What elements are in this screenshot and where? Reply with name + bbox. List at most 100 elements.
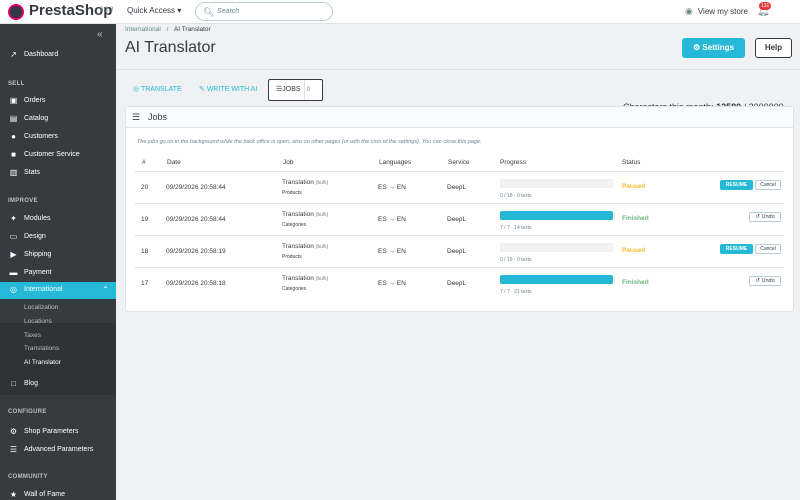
- sidebar-item-label: Shop Parameters: [24, 428, 79, 435]
- sidebar-item-blog[interactable]: □ Blog: [0, 376, 116, 393]
- tab-label: WRITE WITH AI: [206, 86, 258, 93]
- header-divider: [116, 69, 800, 70]
- chevron-up-icon: ⌃: [102, 285, 109, 294]
- sidebar-item-label: Stats: [24, 169, 40, 176]
- sidebar-item-label: Catalog: [24, 115, 49, 122]
- eye-icon: ◉: [685, 6, 693, 16]
- sidebar-item-shop-parameters[interactable]: ⚙ Shop Parameters: [0, 424, 116, 441]
- version-label: 8.2.3: [100, 7, 114, 13]
- progress-text: 0 / 18 · 0 texts: [500, 193, 532, 199]
- table-row: 19 09/29/2026 20:58:44 Translation (bulk…: [135, 203, 784, 235]
- design-icon: ▭: [9, 232, 18, 241]
- sidebar-item-wall-of-fame[interactable]: ★ Wall of Fame: [0, 487, 116, 500]
- job-type-label: Translation: [282, 275, 314, 282]
- modules-icon: ✦: [10, 214, 17, 223]
- sidebar-item-label: Dashboard: [24, 51, 59, 58]
- submenu-item-locations[interactable]: Locations: [24, 318, 52, 325]
- progress-fill: [500, 211, 613, 220]
- settings-button[interactable]: ⚙ Settings: [682, 38, 745, 58]
- shop-parameters-icon: ⚙: [9, 427, 18, 436]
- sidebar-item-label: Design: [24, 233, 46, 240]
- search-input[interactable]: 🔍︎ Search: [195, 2, 333, 21]
- job-service: DeepL: [447, 216, 467, 223]
- cancel-button[interactable]: Cancel: [755, 244, 781, 254]
- job-date: 09/29/2026 20:58:18: [166, 280, 226, 287]
- dashboard-icon: ↗: [10, 50, 17, 59]
- sidebar-item-payment[interactable]: ▬ Payment: [0, 265, 116, 282]
- catalog-icon: ▤: [9, 114, 18, 123]
- cancel-button[interactable]: Cancel: [755, 180, 781, 190]
- sidebar-item-international[interactable]: ◎ International ⌃: [0, 282, 116, 299]
- job-date: 09/29/2026 20:58:44: [166, 216, 226, 223]
- job-tag: (bulk): [315, 212, 329, 218]
- sidebar-item-advanced-parameters[interactable]: ☰ Advanced Parameters: [0, 442, 116, 459]
- sidebar-item-modules[interactable]: ✦ Modules: [0, 211, 116, 228]
- tab-translate[interactable]: ◎ TRANSLATE: [133, 79, 182, 101]
- view-store-link[interactable]: ◉ View my store: [685, 6, 748, 17]
- breadcrumb-separator: /: [166, 26, 169, 33]
- section-improve: IMPROVE: [8, 198, 38, 204]
- job-id: 19: [141, 216, 149, 223]
- breadcrumb: International / AI Translator: [125, 26, 211, 33]
- progress-text: 0 / 19 · 0 texts: [500, 257, 532, 263]
- jobs-card-header: ☰ Jobs: [126, 107, 793, 128]
- sidebar-item-customers[interactable]: ● Customers: [0, 129, 116, 146]
- sidebar-item-label: Wall of Fame: [24, 491, 65, 498]
- sidebar-item-stats[interactable]: ▥ Stats: [0, 165, 116, 182]
- submenu-item-localization[interactable]: Localization: [24, 304, 58, 311]
- payment-icon: ▬: [9, 268, 18, 277]
- sidebar: « ↗ Dashboard SELL ▣ Orders ▤ Catalog ● Cust…: [0, 24, 116, 500]
- breadcrumb-current: AI Translator: [173, 26, 211, 33]
- sidebar-item-orders[interactable]: ▣ Orders: [0, 93, 116, 110]
- sidebar-item-label: International: [24, 286, 63, 293]
- undo-label: Undo: [761, 278, 775, 284]
- resume-button[interactable]: RESUME: [720, 180, 753, 190]
- view-store-label: View my store: [697, 7, 748, 16]
- undo-button[interactable]: ↺ Undo: [749, 212, 781, 222]
- quick-access-dropdown[interactable]: Quick Access ▾: [127, 6, 181, 15]
- job-entity: Products: [282, 254, 302, 260]
- globe-icon: ◎: [10, 285, 17, 294]
- wall-of-fame-icon: ★: [9, 490, 18, 499]
- blog-icon: □: [11, 379, 16, 388]
- job-service: DeepL: [447, 248, 467, 255]
- job-entity: Categories: [282, 286, 307, 292]
- tab-jobs[interactable]: ☰JOBS 0: [268, 79, 323, 101]
- sidebar-item-dashboard[interactable]: ↗ Dashboard: [0, 47, 116, 64]
- prestashop-logo-icon[interactable]: [8, 4, 24, 20]
- sidebar-item-design[interactable]: ▭ Design: [0, 229, 116, 246]
- settings-label: Settings: [702, 43, 734, 52]
- status-badge: Paused: [622, 183, 646, 190]
- shipping-icon: ▶: [10, 250, 17, 259]
- submenu-item-ai-translator[interactable]: AI Translator: [24, 359, 61, 366]
- column-header-progress: Progress: [500, 159, 527, 166]
- column-header-languages: Languages: [379, 159, 412, 166]
- job-languages: ES → EN: [378, 248, 406, 255]
- tab-write-with-ai[interactable]: ✎ WRITE WITH AI: [199, 79, 257, 101]
- help-button[interactable]: Help: [755, 38, 792, 58]
- submenu-item-taxes[interactable]: Taxes: [24, 332, 41, 339]
- progress-text: 7 / 7 · 14 texts: [500, 225, 532, 231]
- column-header-status: Status: [622, 159, 641, 166]
- advanced-parameters-icon: ☰: [9, 445, 18, 454]
- collapse-sidebar-icon[interactable]: «: [97, 29, 103, 40]
- breadcrumb-parent[interactable]: International: [125, 26, 161, 33]
- sidebar-item-catalog[interactable]: ▤ Catalog: [0, 111, 116, 128]
- customer-service-icon: ■: [11, 150, 16, 159]
- sidebar-item-label: Orders: [24, 97, 46, 104]
- sidebar-item-customer-service[interactable]: ■ Customer Service: [0, 147, 116, 164]
- pencil-icon: ✎: [199, 86, 205, 93]
- job-date: 09/29/2026 20:58:44: [166, 184, 226, 191]
- notifications-badge: 131: [759, 2, 772, 10]
- jobs-note: The jobs go on in the background while t…: [137, 139, 482, 145]
- resume-button[interactable]: RESUME: [720, 244, 753, 254]
- undo-button[interactable]: ↺ Undo: [749, 276, 781, 286]
- tab-label: TRANSLATE: [140, 86, 182, 93]
- submenu-item-translations[interactable]: Translations: [24, 345, 59, 352]
- sidebar-item-shipping[interactable]: ▶ Shipping: [0, 247, 116, 264]
- search-placeholder: Search: [217, 8, 240, 15]
- progress-text: 7 / 7 · 21 texts: [500, 289, 532, 295]
- top-bar: PrestaShop 8.2.3 Quick Access ▾ 🔍︎ Searc…: [0, 0, 800, 24]
- sidebar-item-label: Blog: [24, 380, 39, 387]
- jobs-card: ☰ Jobs The jobs go on in the background …: [125, 106, 794, 312]
